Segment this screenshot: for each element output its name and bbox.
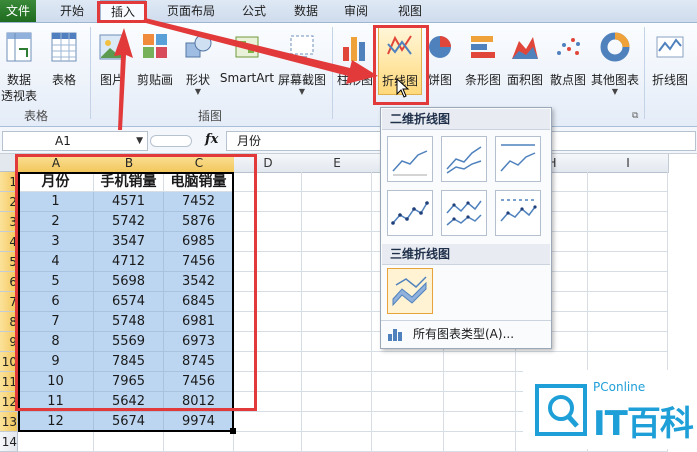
line-chart-gallery-dropdown: 二维折线图 三维折线图 所有图表类型(A)...: [380, 107, 552, 349]
line-chart-option[interactable]: [387, 136, 433, 182]
3d-line-chart-option[interactable]: [387, 268, 433, 314]
arrow-to-insert-tab: [114, 28, 133, 130]
gallery-divider: [381, 320, 551, 321]
stacked-line-markers-thumb-icon: [446, 200, 482, 226]
percent-stacked-line-thumb-icon: [500, 144, 536, 172]
watermark-brand-small: PConline: [593, 380, 646, 394]
stacked-line-thumb-icon: [446, 146, 482, 174]
watermark-brand-large: IT百科: [593, 404, 694, 444]
gallery-section-2d-line: 二维折线图: [382, 109, 550, 130]
line-with-markers-option[interactable]: [387, 190, 433, 236]
all-chart-types-label: 所有图表类型(A)...: [413, 327, 515, 341]
line-chart-thumb-icon: [392, 150, 428, 176]
watermark: PConline IT百科: [523, 370, 697, 449]
percent-stacked-markers-thumb-icon: [500, 199, 537, 222]
gallery-section-3d-line: 三维折线图: [382, 244, 550, 265]
stacked-line-chart-option[interactable]: [441, 136, 487, 182]
mouse-cursor-icon: [396, 78, 410, 98]
percent-stacked-line-chart-option[interactable]: [495, 136, 541, 182]
all-chart-types-icon: [388, 329, 402, 341]
all-chart-types-item[interactable]: 所有图表类型(A)...: [387, 324, 545, 344]
itbaike-logo-icon: [535, 384, 587, 436]
percent-stacked-line-with-markers-option[interactable]: [495, 190, 541, 236]
arrow-to-line-chart: [142, 18, 378, 84]
3d-line-thumb-icon: [392, 276, 427, 307]
stacked-line-with-markers-option[interactable]: [441, 190, 487, 236]
line-markers-thumb-icon: [391, 201, 429, 225]
